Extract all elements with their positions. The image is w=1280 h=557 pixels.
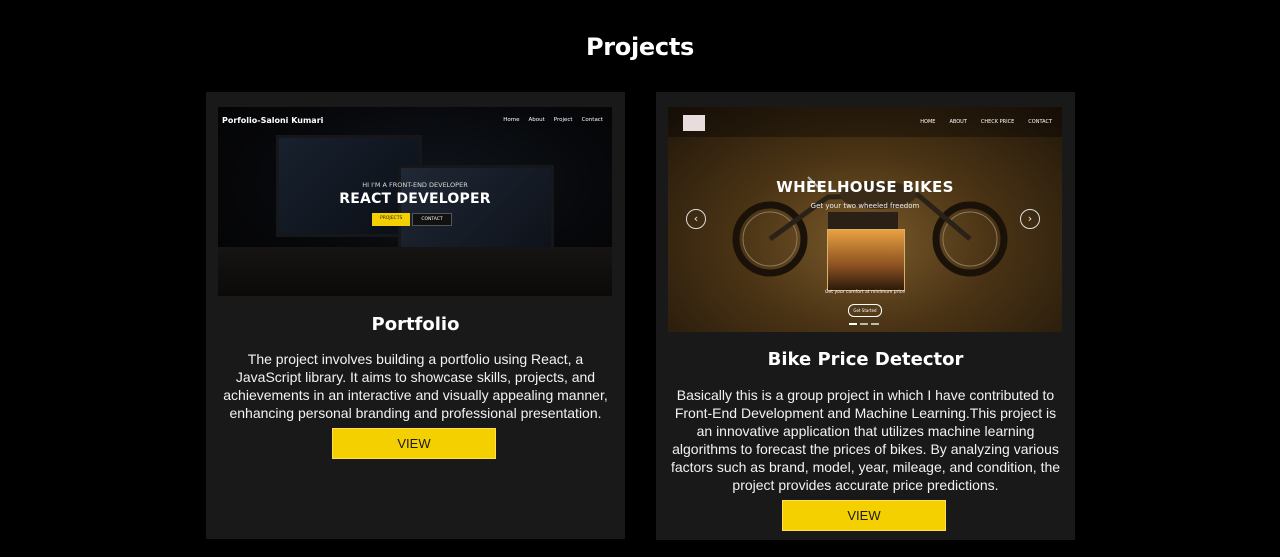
thumbnail-nav-item: CONTACT <box>1028 119 1052 125</box>
thumbnail-photo <box>827 229 905 291</box>
thumbnail-logo <box>683 115 705 131</box>
project-description: The project involves building a portfoli… <box>223 351 608 421</box>
thumbnail-caption: Get your comfort at minimum price <box>825 290 905 295</box>
project-thumbnail: Porfolio-Saloni Kumari Home About Projec… <box>218 107 612 296</box>
project-title: Portfolio <box>371 314 460 335</box>
project-thumbnail: HOME ABOUT CHECK PRICE CONTACT WHEELHOUS… <box>668 107 1062 332</box>
chevron-left-icon: ‹ <box>686 209 706 229</box>
thumbnail-get-started-button: Get Started <box>848 304 882 317</box>
section-title: Projects <box>585 33 694 61</box>
thumbnail-subtitle: HI I'M A FRONT-END DEVELOPER <box>362 181 468 189</box>
carousel-dot <box>860 323 868 325</box>
thumbnail-nav-item: Project <box>553 117 573 123</box>
thumbnail-projects-button: PROJECTS <box>372 213 411 226</box>
thumbnail-nav-item: Contact <box>581 117 603 123</box>
carousel-dot <box>871 323 879 325</box>
thumbnail-nav-item: CHECK PRICE <box>980 119 1015 125</box>
thumbnail-hero: WHEELHOUSE BIKES <box>776 178 954 196</box>
project-title: Bike Price Detector <box>767 349 964 370</box>
thumbnail-contact-button: CONTACT <box>412 213 452 226</box>
thumbnail-hero: REACT DEVELOPER <box>339 191 491 207</box>
thumbnail-subtitle: Get your two wheeled freedom <box>810 202 920 210</box>
view-button[interactable]: VIEW <box>332 428 496 459</box>
project-card-bike-price-detector: HOME ABOUT CHECK PRICE CONTACT WHEELHOUS… <box>656 92 1075 540</box>
thumbnail-buttons: PROJECTS CONTACT <box>372 213 452 226</box>
thumbnail-brand: Porfolio-Saloni Kumari <box>222 116 324 125</box>
carousel-dot <box>849 323 857 325</box>
thumbnail-nav: HOME ABOUT CHECK PRICE CONTACT <box>920 119 1052 125</box>
thumbnail-nav-item: Home <box>503 117 520 123</box>
project-description: Basically this is a group project in whi… <box>670 387 1061 493</box>
project-card-portfolio: Porfolio-Saloni Kumari Home About Projec… <box>206 92 625 539</box>
thumbnail-nav-item: ABOUT <box>949 119 967 125</box>
carousel-indicators <box>849 323 879 325</box>
view-button[interactable]: VIEW <box>782 500 946 531</box>
thumbnail-nav: Home About Project Contact <box>503 117 603 123</box>
thumbnail-nav-item: About <box>528 117 545 123</box>
thumbnail-nav-item: HOME <box>920 119 936 125</box>
chevron-right-icon: › <box>1020 209 1040 229</box>
